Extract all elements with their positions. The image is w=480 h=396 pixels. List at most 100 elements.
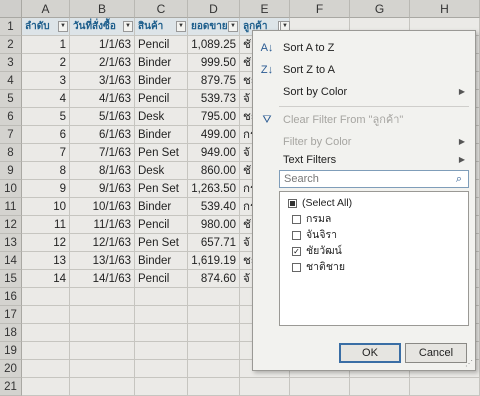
empty-cell[interactable] — [290, 378, 350, 396]
table-cell[interactable]: 499.00 — [188, 126, 240, 144]
empty-cell[interactable] — [135, 324, 188, 342]
row-header[interactable]: 17 — [0, 306, 22, 324]
table-cell[interactable]: 4/1/63 — [70, 90, 135, 108]
row-header[interactable]: 1 — [0, 18, 22, 36]
table-cell[interactable]: 860.00 — [188, 162, 240, 180]
row-header[interactable]: 10 — [0, 180, 22, 198]
column-header-g[interactable]: G — [350, 0, 410, 18]
table-cell[interactable]: 7/1/63 — [70, 144, 135, 162]
table-header-cell[interactable]: ลำดับ ▼ — [22, 18, 70, 36]
table-cell[interactable]: 879.75 — [188, 72, 240, 90]
column-header-b[interactable]: B — [70, 0, 135, 18]
table-cell[interactable]: Pencil — [135, 36, 188, 54]
row-header[interactable]: 11 — [0, 198, 22, 216]
table-header-cell[interactable]: สินค้า ▼ — [135, 18, 188, 36]
empty-cell[interactable] — [188, 324, 240, 342]
empty-cell[interactable] — [70, 324, 135, 342]
row-header[interactable]: 21 — [0, 378, 22, 396]
filter-dropdown-icon[interactable]: ▼ — [176, 21, 186, 32]
column-header-f[interactable]: F — [290, 0, 350, 18]
checkbox[interactable] — [292, 263, 301, 272]
empty-cell[interactable] — [70, 342, 135, 360]
table-cell[interactable]: 539.40 — [188, 198, 240, 216]
empty-cell[interactable] — [22, 306, 70, 324]
empty-cell[interactable] — [22, 360, 70, 378]
empty-cell[interactable] — [410, 378, 480, 396]
empty-cell[interactable] — [22, 378, 70, 396]
empty-cell[interactable] — [135, 378, 188, 396]
row-header[interactable]: 5 — [0, 90, 22, 108]
table-cell[interactable]: 657.71 — [188, 234, 240, 252]
checkbox-checked[interactable]: ✓ — [292, 247, 301, 256]
table-cell[interactable]: 2/1/63 — [70, 54, 135, 72]
table-cell[interactable]: 980.00 — [188, 216, 240, 234]
table-cell[interactable]: 2 — [22, 54, 70, 72]
row-header[interactable]: 6 — [0, 108, 22, 126]
table-cell[interactable]: 1/1/63 — [70, 36, 135, 54]
table-cell[interactable]: Binder — [135, 54, 188, 72]
row-header[interactable]: 15 — [0, 270, 22, 288]
table-cell[interactable]: 5 — [22, 108, 70, 126]
table-cell[interactable]: 14 — [22, 270, 70, 288]
table-cell[interactable]: Desk — [135, 162, 188, 180]
table-cell[interactable]: 6/1/63 — [70, 126, 135, 144]
row-header[interactable]: 4 — [0, 72, 22, 90]
checkbox[interactable] — [292, 215, 301, 224]
table-cell[interactable]: 539.73 — [188, 90, 240, 108]
table-cell[interactable]: Pencil — [135, 90, 188, 108]
column-header-d[interactable]: D — [188, 0, 240, 18]
column-header-a[interactable]: A — [22, 0, 70, 18]
filter-search-input[interactable]: Search ⌕ — [279, 170, 469, 188]
resize-grip-icon[interactable]: ⋰ — [465, 360, 473, 368]
empty-cell[interactable] — [188, 342, 240, 360]
table-cell[interactable]: Binder — [135, 126, 188, 144]
row-header[interactable]: 2 — [0, 36, 22, 54]
table-cell[interactable]: Binder — [135, 72, 188, 90]
row-header[interactable]: 20 — [0, 360, 22, 378]
checkbox[interactable] — [292, 231, 301, 240]
table-cell[interactable]: 999.50 — [188, 54, 240, 72]
table-cell[interactable]: 7 — [22, 144, 70, 162]
empty-cell[interactable] — [350, 378, 410, 396]
table-cell[interactable]: Binder — [135, 198, 188, 216]
empty-cell[interactable] — [135, 342, 188, 360]
table-cell[interactable]: 13/1/63 — [70, 252, 135, 270]
sort-by-color-item[interactable]: Sort by Color ▶ — [253, 81, 475, 103]
empty-cell[interactable] — [135, 360, 188, 378]
empty-cell[interactable] — [188, 288, 240, 306]
table-cell[interactable]: Pen Set — [135, 180, 188, 198]
table-cell[interactable]: 1,089.25 — [188, 36, 240, 54]
table-cell[interactable]: Binder — [135, 252, 188, 270]
table-cell[interactable]: Pencil — [135, 270, 188, 288]
column-header-c[interactable]: C — [135, 0, 188, 18]
empty-cell[interactable] — [70, 378, 135, 396]
empty-cell[interactable] — [188, 360, 240, 378]
clear-filter-item[interactable]: ⛛ Clear Filter From "ลูกค้า" — [253, 109, 475, 131]
table-cell[interactable]: 11 — [22, 216, 70, 234]
table-header-cell[interactable]: ยอดขาย ▼ — [188, 18, 240, 36]
sort-a-to-z-item[interactable]: A↓ Sort A to Z — [253, 37, 475, 59]
cancel-button[interactable]: Cancel — [405, 343, 467, 363]
checkbox-partial[interactable] — [288, 199, 297, 208]
row-header[interactable]: 14 — [0, 252, 22, 270]
column-header-h[interactable]: H — [410, 0, 480, 18]
table-cell[interactable]: 949.00 — [188, 144, 240, 162]
row-header[interactable]: 7 — [0, 126, 22, 144]
ok-button[interactable]: OK — [339, 343, 401, 363]
empty-cell[interactable] — [135, 288, 188, 306]
empty-cell[interactable] — [188, 306, 240, 324]
row-header[interactable]: 8 — [0, 144, 22, 162]
row-header[interactable]: 3 — [0, 54, 22, 72]
filter-dropdown-icon[interactable]: ▼ — [58, 21, 68, 32]
table-cell[interactable]: 5/1/63 — [70, 108, 135, 126]
empty-cell[interactable] — [22, 342, 70, 360]
empty-cell[interactable] — [22, 288, 70, 306]
empty-cell[interactable] — [240, 378, 290, 396]
table-cell[interactable]: 3 — [22, 72, 70, 90]
table-cell[interactable]: 12 — [22, 234, 70, 252]
empty-cell[interactable] — [188, 378, 240, 396]
table-header-cell[interactable]: วันที่สั่งซื้อ ▼ — [70, 18, 135, 36]
table-cell[interactable]: Desk — [135, 108, 188, 126]
table-cell[interactable]: 8/1/63 — [70, 162, 135, 180]
table-cell[interactable]: 1 — [22, 36, 70, 54]
